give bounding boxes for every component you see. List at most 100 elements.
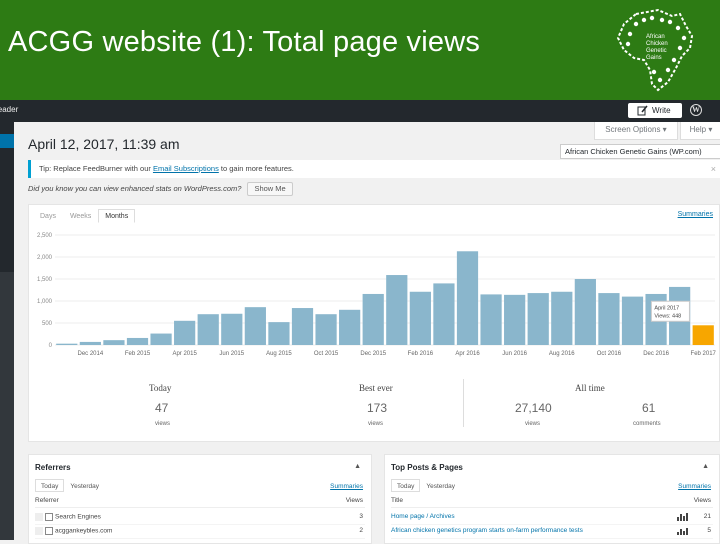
chart-bar[interactable]: [126, 337, 149, 345]
best-ever-heading: Best ever: [359, 383, 393, 393]
chart-bar[interactable]: [79, 341, 101, 345]
table-row[interactable]: Search Engines 3: [35, 511, 365, 525]
top-posts-tab-yesterday[interactable]: Yesterday: [420, 479, 461, 492]
post-views: 5: [707, 527, 711, 534]
close-icon[interactable]: ×: [711, 160, 716, 178]
chart-bar[interactable]: [339, 309, 361, 345]
x-tick-label: Feb 2016: [408, 351, 434, 357]
today-views-value: 47: [155, 401, 169, 415]
x-tick-label: Feb 2015: [125, 351, 151, 357]
expand-icon[interactable]: [45, 513, 53, 521]
chart-bar[interactable]: [386, 275, 408, 345]
admin-sidebar: [0, 122, 14, 540]
chart-bar[interactable]: [551, 291, 573, 345]
summaries-link[interactable]: Summaries: [678, 211, 713, 218]
chart-bar[interactable]: [456, 251, 479, 345]
chart-bar[interactable]: [221, 313, 243, 345]
all-time-comments-value: 61: [642, 401, 656, 415]
totals-divider: [463, 379, 464, 427]
tooltip-text: April 2017: [654, 305, 679, 311]
chart-bar[interactable]: [197, 314, 219, 345]
today-heading: Today: [149, 383, 172, 393]
chart-bar[interactable]: [574, 279, 596, 345]
slide-header: ACGG website (1): Total page views Afric…: [0, 0, 720, 100]
table-row[interactable]: Home page / Archives 21: [391, 511, 713, 525]
collapse-icon[interactable]: ▲: [354, 463, 361, 470]
referrers-summaries-link[interactable]: Summaries: [330, 483, 363, 490]
expand-icon[interactable]: [45, 527, 53, 535]
referrers-tab-today[interactable]: Today: [35, 479, 65, 492]
chart-bar[interactable]: [362, 293, 384, 345]
show-me-button[interactable]: Show Me: [247, 182, 293, 196]
today-views-label: views: [155, 421, 171, 427]
chart-bar[interactable]: [174, 320, 196, 345]
post-title-link[interactable]: Home page / Archives: [391, 513, 455, 520]
table-row[interactable]: African chicken genetics program starts …: [391, 525, 713, 539]
table-row[interactable]: acggankeybles.com 2: [35, 525, 365, 539]
stats-panel: Days Weeks Months Summaries 2,500 2,000 1,…: [28, 204, 720, 442]
page-title: April 12, 2017, 11:39 am: [28, 136, 180, 152]
referrers-box: Referrers ▲ Today Yesterday Summaries Re…: [28, 454, 372, 544]
x-tick-label: Apr 2015: [172, 351, 197, 357]
chart-bar[interactable]: [621, 296, 644, 345]
tab-weeks[interactable]: Weeks: [63, 209, 98, 223]
referrer-views: 2: [359, 527, 363, 534]
tab-months[interactable]: Months: [98, 209, 136, 223]
chart-bar[interactable]: [244, 307, 266, 345]
title-column-header: Title: [391, 497, 404, 504]
logo-text-4: Gains: [646, 55, 662, 61]
x-tick-label: Aug 2015: [266, 351, 292, 357]
top-posts-summaries-link[interactable]: Summaries: [678, 483, 711, 490]
best-ever-views-value: 173: [367, 401, 388, 415]
reader-link[interactable]: Reader: [0, 105, 18, 114]
chart-bar[interactable]: [103, 340, 125, 345]
post-title-link[interactable]: African chicken genetics program starts …: [391, 527, 583, 534]
top-posts-tab-today[interactable]: Today: [391, 479, 421, 492]
chart-bar[interactable]: [527, 293, 549, 345]
chart-bar[interactable]: [315, 314, 337, 345]
chart-bar[interactable]: [268, 322, 290, 345]
slide-title: ACGG website (1): Total page views: [8, 26, 481, 58]
x-tick-label: Oct 2015: [314, 351, 339, 357]
email-subscriptions-link[interactable]: Email Subscriptions: [153, 164, 219, 173]
referrer-views: 3: [359, 513, 363, 520]
tab-days[interactable]: Days: [33, 209, 63, 223]
best-ever-views-label: views: [368, 421, 384, 427]
screen-options-tab[interactable]: Screen Options ▾: [594, 122, 678, 140]
logo-text-1: African: [646, 34, 665, 40]
wordpress-logo-icon[interactable]: W: [690, 104, 702, 116]
chart-tooltip: April 2017 Views: 448: [650, 300, 690, 322]
post-views: 21: [703, 513, 711, 520]
tip-suffix: to gain more features.: [218, 164, 294, 173]
x-tick-label: Apr 2016: [455, 351, 480, 357]
x-tick-label: Aug 2016: [549, 351, 575, 357]
chart-bar[interactable]: [409, 291, 431, 345]
collapse-icon[interactable]: ▲: [702, 463, 709, 470]
x-tick-label: Feb 2017: [691, 351, 717, 357]
sidebar-item-stats[interactable]: [0, 134, 14, 148]
write-button[interactable]: Write: [628, 103, 682, 118]
views-column-header: Views: [693, 497, 711, 504]
chart-bar[interactable]: [291, 308, 314, 345]
chart-bar[interactable]: [504, 294, 526, 345]
blog-select[interactable]: African Chicken Genetic Gains (WP.com): [560, 144, 720, 159]
help-tab[interactable]: Help ▾: [680, 122, 720, 140]
all-time-heading: All time: [575, 383, 605, 393]
all-time-comments-label: comments: [633, 421, 661, 427]
sparkline-icon: [677, 513, 688, 521]
favicon-icon: [35, 513, 43, 521]
top-posts-tabs: Today Yesterday: [391, 479, 461, 492]
referrer-label: acggankeybles.com: [55, 527, 113, 535]
tip-notice: Tip: Replace FeedBurner with our Email S…: [28, 160, 720, 178]
chart-bar[interactable]: [433, 283, 455, 345]
referrers-title: Referrers: [35, 463, 71, 472]
enhanced-stats-text: Did you know you can view enhanced stats…: [28, 184, 242, 193]
chart-bar[interactable]: [480, 294, 502, 345]
stats-page: April 12, 2017, 11:39 am Screen Options …: [14, 122, 720, 544]
chart-bar[interactable]: [598, 293, 620, 345]
all-time-views-label: views: [525, 421, 541, 427]
chart-bar[interactable]: [150, 333, 172, 345]
referrers-tab-yesterday[interactable]: Yesterday: [64, 479, 105, 492]
chart-bar[interactable]: [56, 343, 78, 345]
chart-bar[interactable]: [692, 325, 714, 345]
